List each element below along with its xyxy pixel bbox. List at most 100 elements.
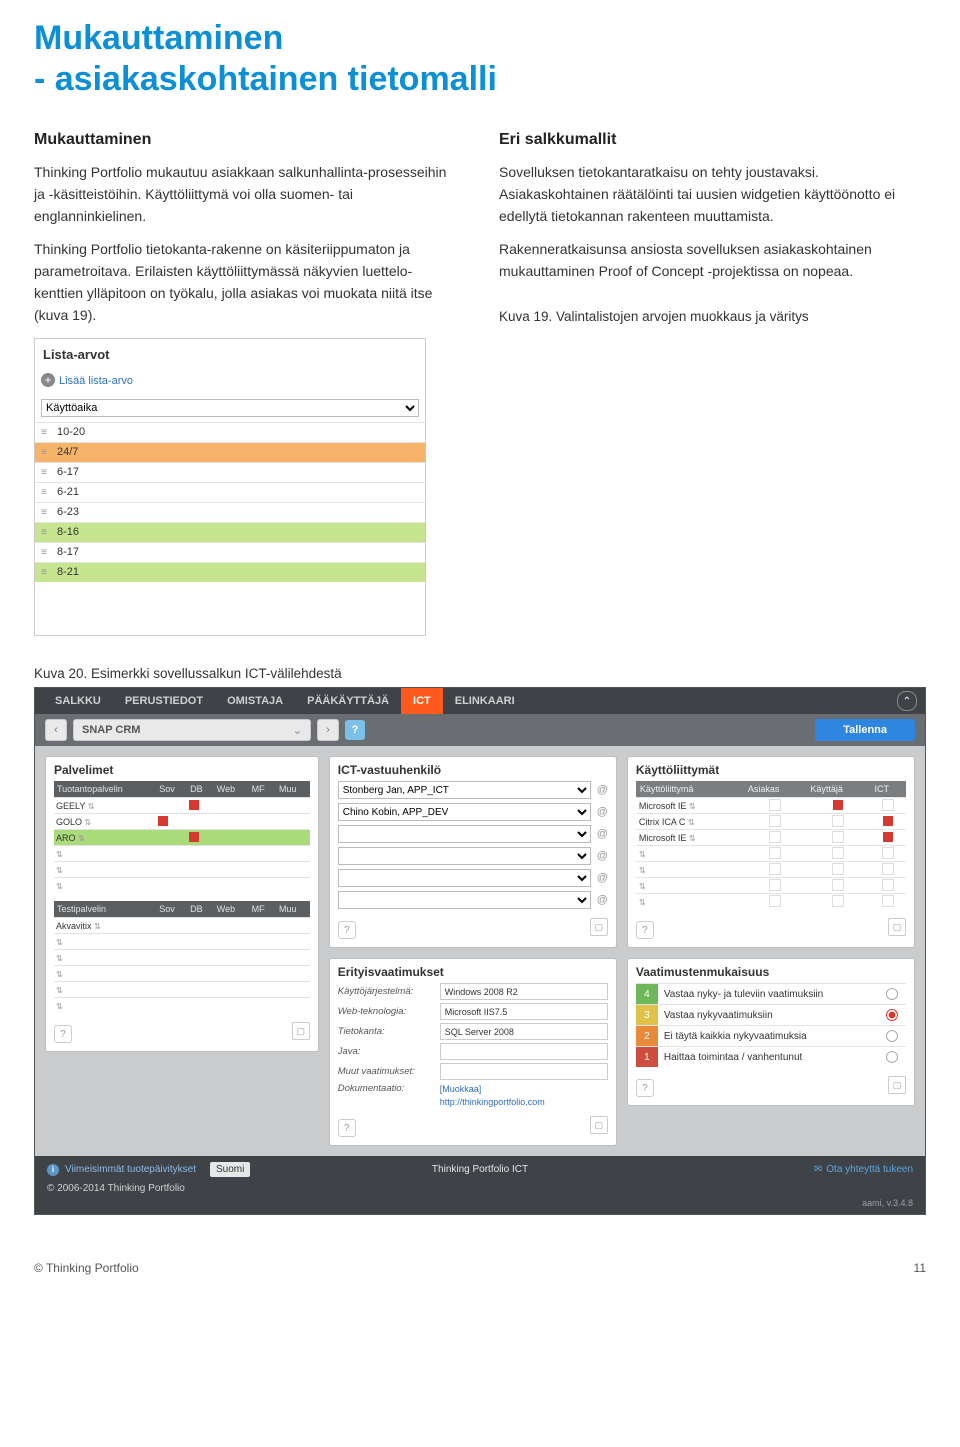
tab-perustiedot[interactable]: PERUSTIEDOT bbox=[113, 688, 215, 714]
responsible-row: Stonberg Jan, APP_ICT @ bbox=[338, 781, 608, 799]
table-row[interactable]: GEELY ⇅ bbox=[54, 798, 310, 814]
responsible-select[interactable] bbox=[338, 891, 591, 909]
page-number: 11 bbox=[914, 1261, 926, 1275]
table-row[interactable]: ⇅ bbox=[54, 934, 310, 950]
radio-icon[interactable] bbox=[886, 988, 898, 1000]
app-footer: i Viimeisimmät tuotepäivitykset Suomi Th… bbox=[35, 1156, 925, 1183]
table-row[interactable]: ⇅ bbox=[54, 950, 310, 966]
requirement-value[interactable] bbox=[440, 1043, 608, 1060]
note-icon[interactable]: ▢ bbox=[888, 1076, 906, 1094]
contact-support-link[interactable]: ✉ Ota yhteyttä tukeen bbox=[814, 1164, 913, 1175]
note-icon[interactable]: ▢ bbox=[590, 1116, 608, 1134]
table-row[interactable]: ⇅ bbox=[54, 998, 310, 1014]
panel-title-ui: Käyttöliittymät bbox=[636, 763, 906, 781]
table-row[interactable]: ⇅ bbox=[54, 862, 310, 878]
help-icon[interactable]: ? bbox=[54, 1025, 72, 1043]
responsible-row: @ bbox=[338, 891, 608, 909]
edit-link[interactable]: [Muokkaa] bbox=[440, 1084, 482, 1094]
at-icon[interactable]: @ bbox=[597, 806, 608, 818]
list-item[interactable]: ≡6-23 bbox=[35, 502, 425, 522]
at-icon[interactable]: @ bbox=[597, 784, 608, 796]
note-icon[interactable]: ▢ bbox=[590, 918, 608, 936]
testipalvelin-table: TestipalvelinSovDBWebMFMuuAkvavitix ⇅ ⇅ … bbox=[54, 901, 310, 1013]
responsible-select[interactable] bbox=[338, 869, 591, 887]
table-row[interactable]: Citrix ICA C ⇅ bbox=[636, 814, 906, 830]
responsible-select[interactable]: Stonberg Jan, APP_ICT bbox=[338, 781, 591, 799]
footer-updates-link[interactable]: Viimeisimmät tuotepäivitykset bbox=[65, 1164, 196, 1175]
list-item[interactable]: ≡8-16 bbox=[35, 522, 425, 542]
list-item[interactable]: ≡8-17 bbox=[35, 542, 425, 562]
list-category-select[interactable]: Käyttöaika bbox=[41, 399, 419, 417]
tab-omistaja[interactable]: OMISTAJA bbox=[215, 688, 295, 714]
nav-next-button[interactable]: › bbox=[317, 719, 339, 741]
collapse-icon[interactable]: ⌃ bbox=[897, 691, 917, 711]
table-row[interactable]: ⇅ bbox=[636, 894, 906, 910]
panel-title-comp: Vaatimustenmukaisuus bbox=[636, 965, 906, 983]
requirement-value[interactable]: Windows 2008 R2 bbox=[440, 983, 608, 1000]
add-list-value-link[interactable]: +Lisää lista-arvo bbox=[35, 371, 425, 396]
responsible-select[interactable] bbox=[338, 847, 591, 865]
info-icon: i bbox=[47, 1164, 59, 1176]
footer-center-label: Thinking Portfolio ICT bbox=[432, 1164, 528, 1175]
requirement-value[interactable]: Microsoft IIS7.5 bbox=[440, 1003, 608, 1020]
at-icon[interactable]: @ bbox=[597, 894, 608, 906]
responsible-row: Chino Kobin, APP_DEV @ bbox=[338, 803, 608, 821]
language-selector[interactable]: Suomi bbox=[210, 1162, 250, 1177]
table-row[interactable]: ⇅ bbox=[54, 966, 310, 982]
requirement-value[interactable]: SQL Server 2008 bbox=[440, 1023, 608, 1040]
radio-icon[interactable] bbox=[886, 1051, 898, 1063]
left-heading: Mukauttaminen bbox=[34, 128, 461, 153]
responsible-select[interactable]: Chino Kobin, APP_DEV bbox=[338, 803, 591, 821]
plus-icon: + bbox=[41, 373, 55, 387]
page-title: Mukauttaminen - asiakaskohtainen tietoma… bbox=[34, 18, 926, 100]
compliance-row[interactable]: 1Haittaa toimintaa / vanhentunut bbox=[636, 1046, 906, 1067]
tab-elinkaari[interactable]: ELINKAARI bbox=[443, 688, 527, 714]
table-row[interactable]: ⇅ bbox=[636, 862, 906, 878]
list-item[interactable]: ≡24/7 bbox=[35, 442, 425, 462]
list-item[interactable]: ≡10-20 bbox=[35, 422, 425, 442]
breadcrumb[interactable]: SNAP CRM⌄ bbox=[73, 719, 311, 741]
list-item[interactable]: ≡6-21 bbox=[35, 482, 425, 502]
caption-20: Kuva 20. Esimerkki sovellussalkun ICT-vä… bbox=[34, 666, 926, 681]
table-row[interactable]: Akvavitix ⇅ bbox=[54, 918, 310, 934]
note-icon[interactable]: ▢ bbox=[888, 918, 906, 936]
list-item[interactable]: ≡6-17 bbox=[35, 462, 425, 482]
list-icon: ≡ bbox=[41, 505, 51, 521]
right-heading: Eri salkkumallit bbox=[499, 128, 926, 153]
list-icon: ≡ bbox=[41, 465, 51, 481]
tab-ict[interactable]: ICT bbox=[401, 688, 443, 714]
at-icon[interactable]: @ bbox=[597, 828, 608, 840]
radio-icon[interactable] bbox=[886, 1030, 898, 1042]
table-row[interactable]: Microsoft IE ⇅ bbox=[636, 798, 906, 814]
tab-pääkäyttäjä[interactable]: PÄÄKÄYTTÄJÄ bbox=[295, 688, 401, 714]
list-item[interactable]: ≡8-21 bbox=[35, 562, 425, 582]
help-icon[interactable]: ? bbox=[338, 921, 356, 939]
help-button[interactable]: ? bbox=[345, 720, 365, 740]
tab-salkku[interactable]: SALKKU bbox=[43, 688, 113, 714]
note-icon[interactable]: ▢ bbox=[292, 1022, 310, 1040]
table-row[interactable]: ⇅ bbox=[54, 846, 310, 862]
nav-prev-button[interactable]: ‹ bbox=[45, 719, 67, 741]
compliance-row[interactable]: 4Vastaa nyky- ja tuleviin vaatimuksiin bbox=[636, 983, 906, 1004]
footer-version: aami, v.3.4.8 bbox=[35, 1196, 925, 1214]
table-row[interactable]: ⇅ bbox=[636, 878, 906, 894]
help-icon[interactable]: ? bbox=[636, 1079, 654, 1097]
compliance-row[interactable]: 2Ei täytä kaikkia nykyvaatimuksia bbox=[636, 1025, 906, 1046]
help-icon[interactable]: ? bbox=[338, 1119, 356, 1137]
at-icon[interactable]: @ bbox=[597, 872, 608, 884]
help-icon[interactable]: ? bbox=[636, 921, 654, 939]
table-row[interactable]: ARO ⇅ bbox=[54, 830, 310, 846]
compliance-row[interactable]: 3Vastaa nykyvaatimuksiin bbox=[636, 1004, 906, 1025]
table-row[interactable]: ⇅ bbox=[54, 878, 310, 894]
panel-title-palvelimet: Palvelimet bbox=[54, 763, 310, 781]
requirement-value[interactable] bbox=[440, 1063, 608, 1080]
responsible-select[interactable] bbox=[338, 825, 591, 843]
radio-icon[interactable] bbox=[886, 1009, 898, 1021]
at-icon[interactable]: @ bbox=[597, 850, 608, 862]
table-row[interactable]: ⇅ bbox=[636, 846, 906, 862]
doc-url[interactable]: http://thinkingportfolio.com bbox=[440, 1097, 545, 1107]
save-button[interactable]: Tallenna bbox=[815, 719, 915, 741]
table-row[interactable]: GOLO ⇅ bbox=[54, 814, 310, 830]
table-row[interactable]: ⇅ bbox=[54, 982, 310, 998]
table-row[interactable]: Microsoft IE ⇅ bbox=[636, 830, 906, 846]
